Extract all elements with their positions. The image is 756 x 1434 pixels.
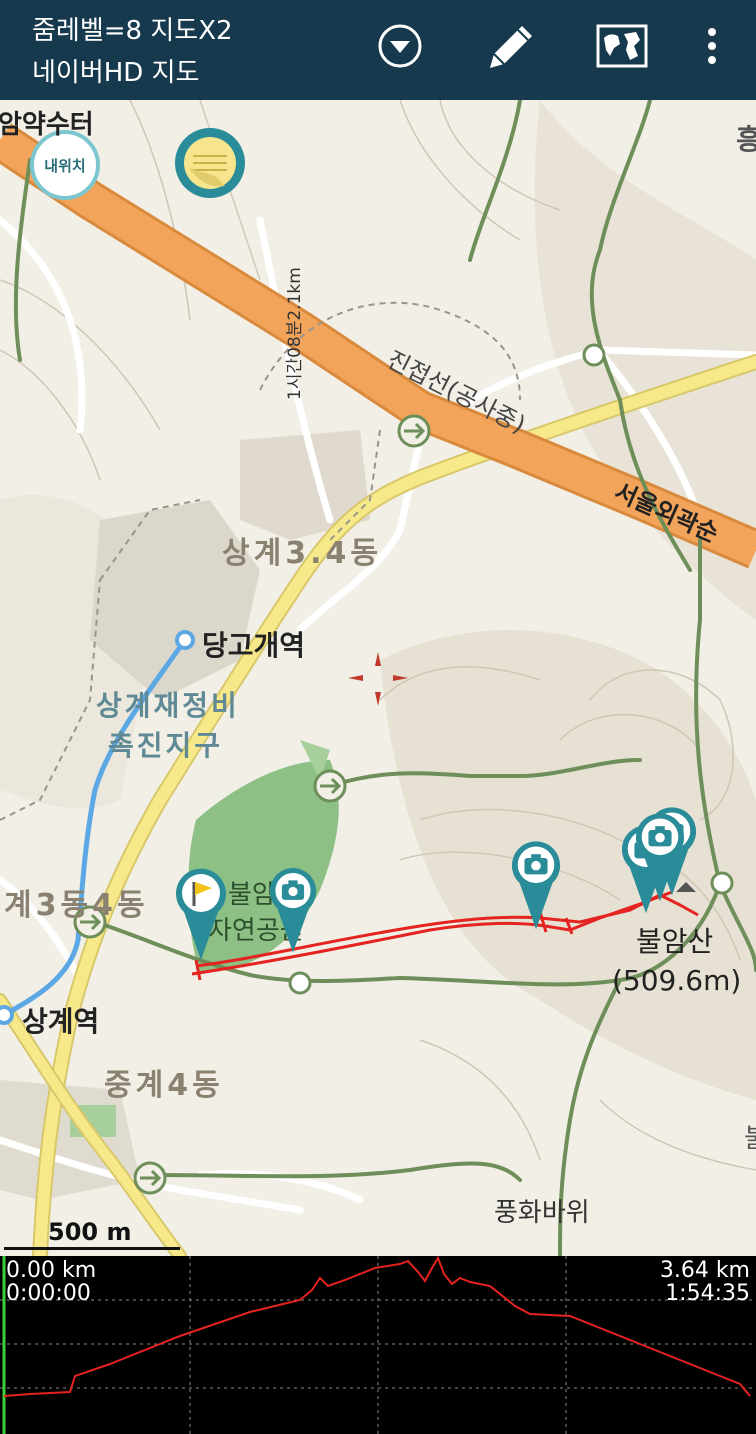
dropdown-icon[interactable] (368, 16, 432, 80)
map-view[interactable]: 내위치 암약수터 흥 진접선(공사중) 서울외곽순 1시간08분2.1km 상계… (0, 100, 756, 1256)
layer-toggle-button[interactable] (175, 128, 245, 198)
scale-bar-line (4, 1247, 180, 1250)
photo-marker[interactable] (268, 864, 318, 956)
camera-icon (269, 868, 317, 953)
map-source-text: 네이버HD 지도 (32, 58, 200, 88)
overflow-menu-icon[interactable] (680, 16, 744, 80)
mountain-label: 불암산 (636, 925, 714, 958)
place-label: 불 (744, 1124, 756, 1154)
end-distance: 3.64 km (659, 1258, 750, 1283)
station-label: 당고개역 (202, 629, 306, 662)
zoom-level-text: 줌레벨=8 지도X2 (32, 16, 233, 46)
scale-bar-label: 500 m (48, 1218, 132, 1246)
note-icon (184, 137, 236, 189)
station-label: 상계역 (22, 1005, 100, 1038)
photo-marker[interactable] (510, 838, 562, 932)
end-time: 1:54:35 (665, 1281, 750, 1306)
scale-bar: 500 m (4, 1218, 180, 1252)
world-map-icon[interactable] (590, 16, 654, 80)
mountain-height-label: (509.6m) (612, 964, 742, 997)
start-flag-marker[interactable] (174, 866, 228, 962)
district-label: 상계3.4동 (222, 536, 382, 571)
elevation-chart (0, 1256, 756, 1434)
camera-icon (511, 841, 561, 930)
district-label: 계3동4동 (4, 888, 149, 923)
route-time-label: 1시간08분2.1km (285, 267, 305, 400)
place-label: 풍화바위 (494, 1198, 590, 1228)
district-label: 중계4동 (104, 1068, 224, 1103)
place-label: 암약수터 (0, 110, 94, 140)
pencil-icon[interactable] (478, 16, 542, 80)
place-label: 흥 (736, 123, 756, 156)
start-distance: 0.00 km (6, 1258, 97, 1283)
camera-icon (635, 813, 685, 902)
district-label: 촉진지구 (108, 729, 224, 762)
elevation-profile[interactable]: 0.00 km 0:00:00 3.64 km 1:54:35 (0, 1256, 756, 1434)
photo-marker[interactable] (634, 810, 686, 904)
district-label: 상계재정비 (96, 689, 240, 722)
top-app-bar: 줌레벨=8 지도X2 네이버HD 지도 (0, 0, 756, 100)
start-time: 0:00:00 (6, 1281, 91, 1306)
